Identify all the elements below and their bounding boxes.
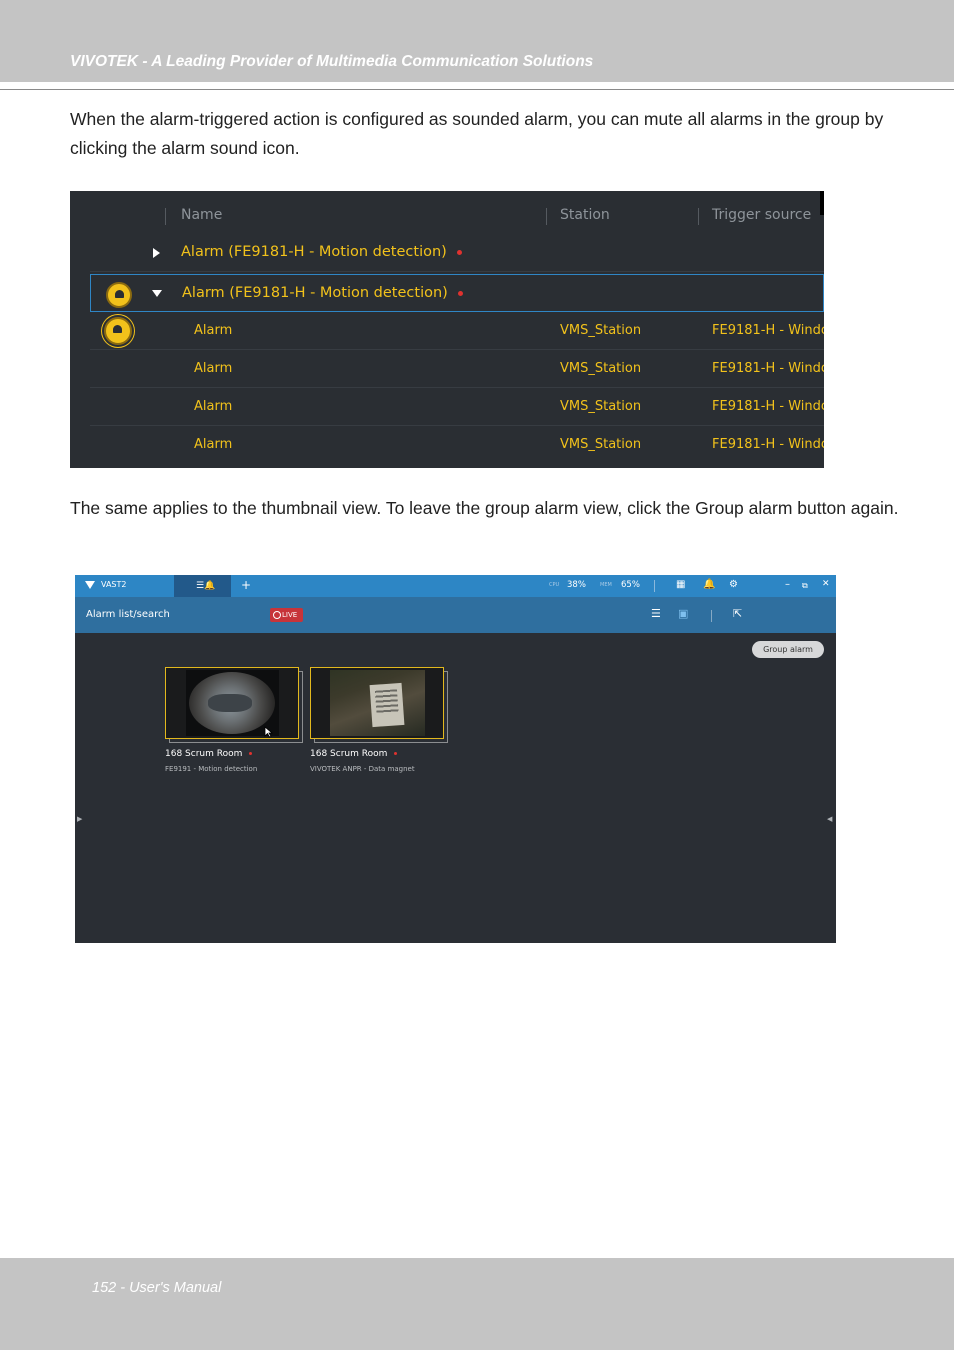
- export-icon[interactable]: ⇱: [733, 607, 742, 620]
- mem-label: MEM: [600, 582, 612, 588]
- live-button[interactable]: LIVE: [270, 608, 303, 622]
- row-station: VMS_Station: [560, 323, 642, 338]
- alarm-thumbnail[interactable]: [165, 667, 303, 743]
- row-name: Alarm: [194, 323, 233, 338]
- table-row[interactable]: Alarm VMS_Station FE9181-H - Windo...: [90, 426, 824, 464]
- alarm-tab-icon: ☰🔔: [196, 581, 216, 591]
- table-row[interactable]: Alarm VMS_Station FE9181-H - Windo...: [90, 388, 824, 426]
- left-panel-toggle-icon[interactable]: ▶: [77, 815, 82, 823]
- close-icon[interactable]: ✕: [822, 579, 830, 589]
- column-name[interactable]: Name: [181, 207, 222, 223]
- alarm-thumbnail[interactable]: [310, 667, 448, 743]
- add-tab-button[interactable]: +: [241, 578, 251, 592]
- thumbnail-paragraph: The same applies to the thumbnail view. …: [70, 498, 899, 518]
- row-station: VMS_Station: [560, 437, 642, 452]
- list-view-icon[interactable]: ☰: [651, 607, 661, 620]
- mouse-cursor-icon: [264, 726, 273, 738]
- title-bar: VAST2 ☰🔔 + CPU 38% MEM 65% ▦ 🔔 ⚙ – ⧉ ✕: [75, 575, 836, 597]
- page-footer: 152 - User's Manual: [0, 1258, 954, 1350]
- page-title: Alarm list/search: [86, 609, 170, 620]
- toolbar: Alarm list/search LIVE ☰ ▣ ⇱: [75, 597, 836, 633]
- expand-icon[interactable]: [153, 248, 160, 258]
- thumbnail-view-icon[interactable]: ▣: [678, 607, 688, 620]
- thumbnail-subtitle: VIVOTEK ANPR - Data magnet: [310, 765, 415, 773]
- restore-icon[interactable]: ⧉: [802, 581, 808, 591]
- table-row[interactable]: Alarm VMS_Station FE9181-H - Windo...: [90, 312, 824, 350]
- row-station: VMS_Station: [560, 399, 642, 414]
- alert-dot-icon: [394, 752, 398, 755]
- column-trigger-source[interactable]: Trigger source: [712, 207, 811, 223]
- cpu-value: 38%: [567, 580, 586, 590]
- alarm-group-row[interactable]: Alarm (FE9181-H - Motion detection): [90, 234, 824, 272]
- alert-dot-icon: [456, 249, 462, 255]
- alert-dot-icon: [249, 752, 253, 755]
- thumbnail-title: 168 Scrum Room: [165, 749, 243, 759]
- group-alarm-button[interactable]: Group alarm: [752, 641, 824, 658]
- alarm-group-row-selected[interactable]: Alarm (FE9181-H - Motion detection): [90, 274, 824, 312]
- row-station: VMS_Station: [560, 361, 642, 376]
- row-name: Alarm: [194, 437, 233, 452]
- row-trigger: FE9181-H - Windo...: [712, 437, 824, 452]
- gear-icon[interactable]: ⚙: [729, 579, 738, 590]
- group-name: Alarm (FE9181-H - Motion detection): [182, 285, 448, 301]
- thumbnail-title: 168 Scrum Room: [310, 749, 388, 759]
- row-name: Alarm: [194, 361, 233, 376]
- bell-icon[interactable]: 🔔: [703, 579, 715, 590]
- grid-icon[interactable]: ▦: [676, 579, 685, 590]
- intro-paragraph: When the alarm-triggered action is confi…: [70, 109, 884, 158]
- header-title: VIVOTEK - A Leading Provider of Multimed…: [70, 53, 594, 70]
- alarm-sound-icon[interactable]: [104, 317, 132, 345]
- header-divider: [0, 89, 954, 90]
- right-panel-toggle-icon[interactable]: ◀: [827, 815, 832, 823]
- row-name: Alarm: [194, 399, 233, 414]
- row-trigger: FE9181-H - Windo...: [712, 361, 824, 376]
- page-header: VIVOTEK - A Leading Provider of Multimed…: [0, 0, 954, 82]
- cpu-label: CPU: [549, 582, 560, 588]
- alarm-sound-icon[interactable]: [106, 282, 132, 308]
- thumbnail-subtitle: FE9191 - Motion detection: [165, 765, 258, 773]
- mem-value: 65%: [621, 580, 640, 590]
- alert-dot-icon: [457, 290, 463, 296]
- camera-snapshot: [330, 670, 425, 736]
- vast2-screenshot: VAST2 ☰🔔 + CPU 38% MEM 65% ▦ 🔔 ⚙ – ⧉ ✕ A…: [75, 575, 836, 943]
- tab-alarm[interactable]: ☰🔔: [174, 575, 231, 597]
- row-trigger: FE9181-H - Windo...: [712, 323, 824, 338]
- app-name: VAST2: [101, 580, 127, 589]
- page-number: 152 - User's Manual: [92, 1280, 222, 1296]
- alarm-list-screenshot: Name Station Trigger source Alarm (FE918…: [70, 191, 824, 468]
- row-trigger: FE9181-H - Windo...: [712, 399, 824, 414]
- column-station[interactable]: Station: [560, 207, 610, 223]
- minimize-icon[interactable]: –: [785, 579, 790, 590]
- group-name: Alarm (FE9181-H - Motion detection): [181, 244, 447, 260]
- table-header: Name Station Trigger source: [70, 196, 824, 234]
- collapse-icon[interactable]: [152, 290, 162, 297]
- vivotek-logo-icon: [85, 581, 95, 589]
- table-row[interactable]: Alarm VMS_Station FE9181-H - Windo...: [90, 350, 824, 388]
